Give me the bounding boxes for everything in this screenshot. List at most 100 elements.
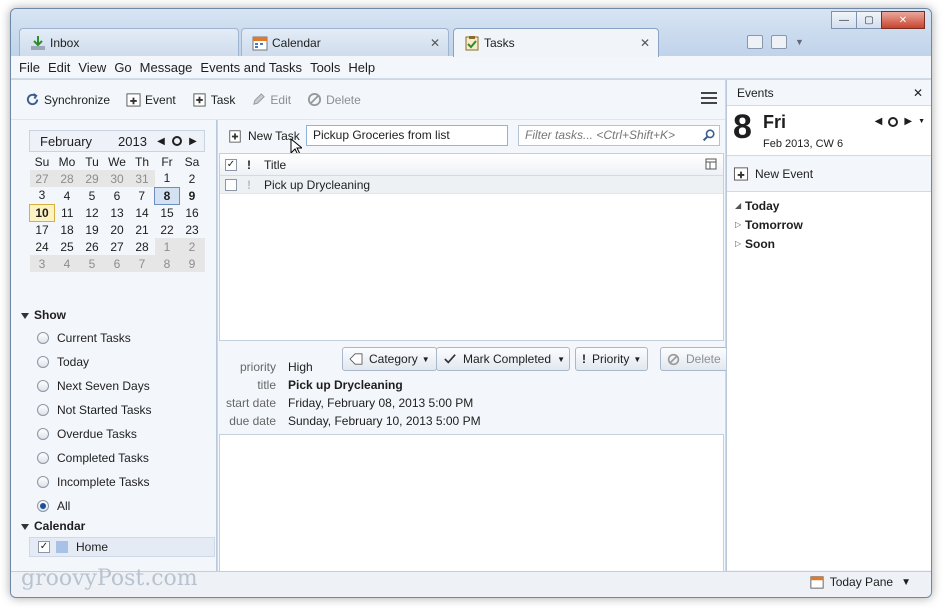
column-picker-icon[interactable] xyxy=(705,158,717,170)
filter-incomplete[interactable]: Incomplete Tasks xyxy=(37,470,152,494)
day-cell[interactable]: 15 xyxy=(155,204,180,221)
day-cell[interactable]: 27 xyxy=(105,238,130,255)
day-cell[interactable]: 24 xyxy=(30,238,55,255)
day-cell[interactable]: 8 xyxy=(154,255,180,272)
radio-button[interactable] xyxy=(37,428,49,440)
task-notes[interactable] xyxy=(219,434,724,574)
day-cell[interactable]: 4 xyxy=(55,187,80,204)
priority-button[interactable]: ! Priority ▼ xyxy=(575,347,649,371)
day-cell[interactable]: 26 xyxy=(80,238,105,255)
new-task-input[interactable]: Pickup Groceries from list xyxy=(306,125,508,146)
day-cell[interactable]: 6 xyxy=(104,255,130,272)
radio-button[interactable] xyxy=(37,356,49,368)
task-checkbox[interactable] xyxy=(225,178,237,191)
day-cell[interactable]: 22 xyxy=(155,221,180,238)
today-pane-toggle[interactable]: Today Pane ▼ xyxy=(810,575,911,589)
tab-calendar[interactable]: Calendar ✕ xyxy=(241,28,449,56)
day-cell[interactable]: 3 xyxy=(30,187,55,204)
day-cell-today[interactable]: 10 xyxy=(29,203,55,222)
menu-edit[interactable]: Edit xyxy=(48,60,70,75)
day-cell[interactable]: 6 xyxy=(105,187,130,204)
day-cell[interactable]: 7 xyxy=(130,187,155,204)
next-month-icon[interactable]: ▶ xyxy=(186,136,200,147)
day-cell[interactable]: 5 xyxy=(79,255,105,272)
task-row[interactable]: ! Pick up Drycleaning xyxy=(220,176,723,194)
day-cell[interactable]: 7 xyxy=(129,255,155,272)
dropdown-arrow-icon[interactable]: ▼ xyxy=(557,355,565,364)
category-button[interactable]: Category ▼ xyxy=(342,347,437,371)
delete-button[interactable]: Delete xyxy=(307,92,361,107)
tab-tasks[interactable]: Tasks ✕ xyxy=(453,28,659,57)
search-icon[interactable] xyxy=(702,129,715,142)
filter-completed[interactable]: Completed Tasks xyxy=(37,446,152,470)
day-cell[interactable]: 25 xyxy=(55,238,80,255)
radio-button[interactable] xyxy=(37,404,49,416)
menu-go[interactable]: Go xyxy=(114,60,131,75)
filter-today[interactable]: Today xyxy=(37,350,152,374)
radio-button-selected[interactable] xyxy=(37,500,49,512)
day-cell[interactable]: 27 xyxy=(29,170,55,187)
minimize-icon[interactable]: — xyxy=(831,11,857,29)
day-cell[interactable]: 9 xyxy=(179,255,205,272)
day-cell[interactable]: 18 xyxy=(55,221,80,238)
menu-tools[interactable]: Tools xyxy=(310,60,340,75)
day-cell[interactable]: 1 xyxy=(155,170,180,187)
year-label[interactable]: 2013 xyxy=(118,134,154,149)
chevron-down-icon[interactable]: ▼ xyxy=(918,118,925,125)
day-cell[interactable]: 16 xyxy=(180,204,205,221)
day-cell[interactable]: 9 xyxy=(180,187,205,204)
tasks-tab-icon[interactable] xyxy=(771,35,787,49)
synchronize-button[interactable]: Synchronize xyxy=(25,92,110,107)
radio-button[interactable] xyxy=(37,380,49,392)
day-cell[interactable]: 1 xyxy=(154,238,180,255)
filter-next-seven-days[interactable]: Next Seven Days xyxy=(37,374,152,398)
title-column-header[interactable]: Title xyxy=(264,158,286,172)
filter-tasks-input[interactable]: Filter tasks... <Ctrl+Shift+K> xyxy=(518,125,720,146)
day-cell[interactable]: 13 xyxy=(105,204,130,221)
day-cell[interactable]: 14 xyxy=(130,204,155,221)
show-section-header[interactable]: Show xyxy=(21,308,66,322)
chevron-down-icon[interactable]: ▼ xyxy=(795,37,804,47)
day-cell[interactable]: 28 xyxy=(54,170,80,187)
calendar-section-header[interactable]: Calendar xyxy=(21,519,85,533)
month-label[interactable]: February xyxy=(40,134,118,149)
day-cell[interactable]: 29 xyxy=(79,170,105,187)
day-cell[interactable]: 23 xyxy=(180,221,205,238)
prev-month-icon[interactable]: ◀ xyxy=(154,136,168,147)
menu-view[interactable]: View xyxy=(78,60,106,75)
day-cell[interactable]: 21 xyxy=(130,221,155,238)
day-cell[interactable]: 28 xyxy=(130,238,155,255)
day-cell-selected[interactable]: 8 xyxy=(154,186,180,205)
day-cell[interactable]: 11 xyxy=(55,204,80,221)
filter-all[interactable]: All xyxy=(37,494,152,518)
menu-hamburger-icon[interactable] xyxy=(701,92,717,106)
day-cell[interactable]: 3 xyxy=(29,255,55,272)
day-cell[interactable]: 30 xyxy=(104,170,130,187)
day-cell[interactable]: 31 xyxy=(129,170,155,187)
tab-inbox[interactable]: Inbox xyxy=(19,28,239,56)
menu-events-and-tasks[interactable]: Events and Tasks xyxy=(200,60,302,75)
checkbox[interactable]: ✓ xyxy=(38,541,50,553)
day-cell[interactable]: 17 xyxy=(30,221,55,238)
priority-column-header[interactable]: ! xyxy=(242,158,256,172)
day-cell[interactable]: 2 xyxy=(180,170,205,187)
menu-help[interactable]: Help xyxy=(348,60,375,75)
filter-overdue[interactable]: Overdue Tasks xyxy=(37,422,152,446)
close-window-icon[interactable]: ✕ xyxy=(881,11,925,29)
events-section-tomorrow[interactable]: ▷ Tomorrow xyxy=(727,215,931,234)
filter-current-tasks[interactable]: Current Tasks xyxy=(37,326,152,350)
close-icon[interactable]: ✕ xyxy=(640,36,650,50)
calendar-item-home[interactable]: ✓ Home xyxy=(29,537,215,557)
close-icon[interactable]: ✕ xyxy=(430,36,440,50)
radio-button[interactable] xyxy=(37,476,49,488)
new-event-button[interactable]: New Event xyxy=(727,156,931,192)
day-cell[interactable]: 4 xyxy=(54,255,80,272)
next-day-icon[interactable]: ▶ xyxy=(904,116,912,127)
radio-button[interactable] xyxy=(37,452,49,464)
day-cell[interactable]: 20 xyxy=(105,221,130,238)
calendar-tab-icon[interactable] xyxy=(747,35,763,49)
today-icon[interactable] xyxy=(888,116,899,127)
menu-file[interactable]: File xyxy=(19,60,40,75)
events-section-today[interactable]: ◢ Today xyxy=(727,196,931,215)
prev-day-icon[interactable]: ◀ xyxy=(875,116,883,127)
